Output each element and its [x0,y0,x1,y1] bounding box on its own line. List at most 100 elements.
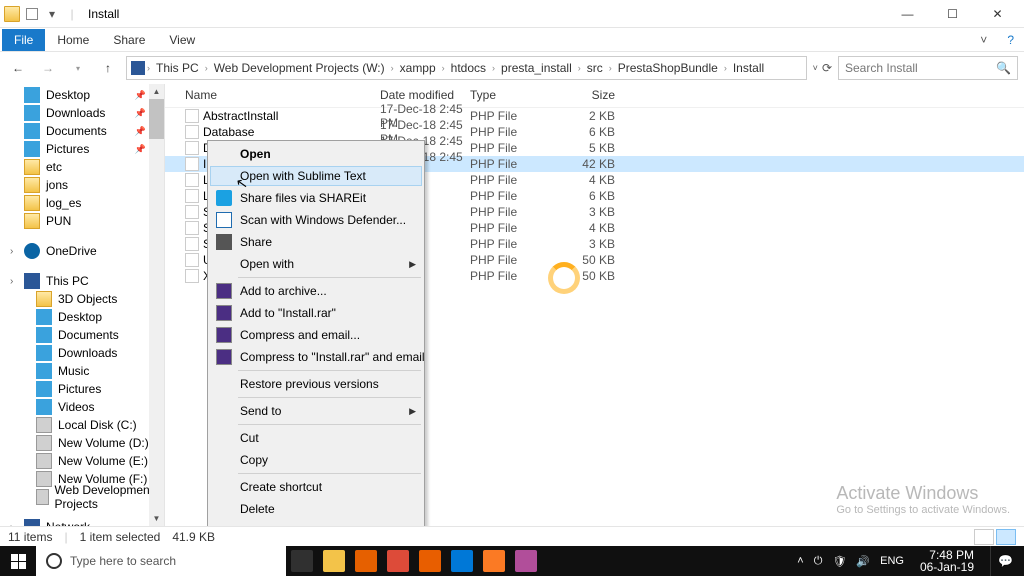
column-headers[interactable]: Name Date modified Type Size [165,84,1024,108]
taskbar-file-explorer[interactable] [318,546,350,576]
vlc-icon [419,550,441,572]
nav-pc-new-volume-e-[interactable]: New Volume (E:) [0,452,164,470]
menu-add-to-install-rar-[interactable]: Add to "Install.rar" [210,302,422,324]
nav-pc-documents[interactable]: Documents [0,326,164,344]
php-file-icon [185,221,199,235]
menu-share-files-via-shareit[interactable]: Share files via SHAREit [210,187,422,209]
recent-dropdown[interactable]: ▾ [66,56,90,80]
col-size[interactable]: Size [560,84,615,107]
nav-thispc[interactable]: This PC [0,272,164,290]
menu-add-to-archive-[interactable]: Add to archive... [210,280,422,302]
file-row[interactable]: Database17-Dec-18 2:45 PMPHP File6 KB [165,124,1024,140]
breadcrumb[interactable]: › This PC› Web Development Projects (W:)… [126,56,807,80]
view-details-icon[interactable] [974,529,994,545]
file-explorer-icon [323,550,345,572]
system-tray[interactable]: ˄ ⏻ 🛡 🔊 ENG 7:48 PM 06-Jan-19 💬 [793,546,1024,576]
crumb-thispc[interactable]: This PC [152,61,203,75]
menu-compress-to-install-rar-and-email[interactable]: Compress to "Install.rar" and email [210,346,422,368]
tab-view[interactable]: View [157,29,207,51]
menu-cut[interactable]: Cut [210,427,422,449]
menu-create-shortcut[interactable]: Create shortcut [210,476,422,498]
menu-open-with-sublime-text[interactable]: Open with Sublime Text [210,166,422,186]
search-input[interactable]: Search Install 🔍 [838,56,1018,80]
nav-scrollbar[interactable] [149,84,164,526]
qat-properties-icon[interactable] [24,6,40,22]
menu-restore-previous-versions[interactable]: Restore previous versions [210,373,422,395]
tray-icon[interactable]: 🔊 [856,555,870,568]
nav-pc-3d-objects[interactable]: 3D Objects [0,290,164,308]
scroll-down-icon[interactable]: ▼ [149,511,164,526]
tab-share[interactable]: Share [101,29,157,51]
menu-delete[interactable]: Delete [210,498,422,520]
tray-icon[interactable]: ˄ [797,555,803,568]
clock[interactable]: 7:48 PM 06-Jan-19 [914,549,980,573]
file-row[interactable]: AbstractInstall17-Dec-18 2:45 PMPHP File… [165,108,1024,124]
menu-open[interactable]: Open [210,143,422,165]
tray-icon[interactable]: ENG [880,555,904,568]
scroll-up-icon[interactable]: ▲ [149,84,164,99]
tray-icon[interactable]: 🛡 [832,555,846,568]
nav-pc-videos[interactable]: Videos [0,398,164,416]
close-button[interactable]: ✕ [975,0,1020,28]
qat-dropdown-icon[interactable]: ▾ [44,6,60,22]
menu-compress-and-email-[interactable]: Compress and email... [210,324,422,346]
back-button[interactable]: ← [6,56,30,80]
nav-quick-log_es[interactable]: log_es [0,194,164,212]
minimize-button[interactable]: — [885,0,930,28]
crumb-presta[interactable]: presta_install [497,61,576,75]
nav-pc-local-disk-c-[interactable]: Local Disk (C:) [0,416,164,434]
file-list: Name Date modified Type Size AbstractIns… [165,84,1024,526]
php-file-icon [185,237,199,251]
scroll-thumb[interactable] [149,99,164,139]
menu-share[interactable]: Share [210,231,422,253]
taskbar-vscode[interactable] [446,546,478,576]
nav-pc-pictures[interactable]: Pictures [0,380,164,398]
nav-pc-downloads[interactable]: Downloads [0,344,164,362]
nav-pc-music[interactable]: Music [0,362,164,380]
nav-quick-pictures[interactable]: Pictures📌 [0,140,164,158]
nav-pc-new-volume-d-[interactable]: New Volume (D:) [0,434,164,452]
help-icon[interactable]: ? [997,29,1024,51]
php-file-icon [185,269,199,283]
action-center-icon[interactable]: 💬 [990,546,1020,576]
nav-quick-etc[interactable]: etc [0,158,164,176]
maximize-button[interactable]: ☐ [930,0,975,28]
nav-quick-pun[interactable]: PUN [0,212,164,230]
tab-home[interactable]: Home [45,29,101,51]
tray-icon[interactable]: ⏻ [814,555,823,568]
menu-copy[interactable]: Copy [210,449,422,471]
menu-open-with[interactable]: Open with▶ [210,253,422,275]
taskbar-search[interactable]: Type here to search [36,546,286,576]
taskbar-vlc[interactable] [414,546,446,576]
col-name[interactable]: Name [185,84,380,107]
crumb-install[interactable]: Install [729,61,768,75]
nav-onedrive[interactable]: OneDrive [0,242,164,260]
tab-file[interactable]: File [2,29,45,51]
taskbar-chrome[interactable] [382,546,414,576]
col-type[interactable]: Type [470,84,560,107]
crumb-bundle[interactable]: PrestaShopBundle [614,61,722,75]
crumb-w[interactable]: Web Development Projects (W:) [210,61,389,75]
start-button[interactable] [0,546,36,576]
taskbar-phpstorm[interactable] [510,546,542,576]
crumb-htdocs[interactable]: htdocs [447,61,490,75]
refresh-icon[interactable]: ⟳ [822,61,832,75]
nav-quick-jons[interactable]: jons [0,176,164,194]
nav-quick-desktop[interactable]: Desktop📌 [0,86,164,104]
taskbar-firefox[interactable] [350,546,382,576]
crumb-xampp[interactable]: xampp [396,61,440,75]
crumb-dropdown-icon[interactable]: ˅ [813,63,818,73]
nav-pc-web-development-projects[interactable]: Web Development Projects [0,488,164,506]
taskbar-task-view[interactable] [286,546,318,576]
menu-send-to[interactable]: Send to▶ [210,400,422,422]
crumb-src[interactable]: src [583,61,607,75]
up-button[interactable]: ↑ [96,56,120,80]
view-large-icon[interactable] [996,529,1016,545]
nav-quick-documents[interactable]: Documents📌 [0,122,164,140]
taskbar-xampp[interactable] [478,546,510,576]
menu-scan-with-windows-defender-[interactable]: Scan with Windows Defender... [210,209,422,231]
nav-quick-downloads[interactable]: Downloads📌 [0,104,164,122]
nav-network[interactable]: Network [0,518,164,526]
ribbon-expand-icon[interactable]: ˅ [970,29,997,51]
nav-pc-desktop[interactable]: Desktop [0,308,164,326]
